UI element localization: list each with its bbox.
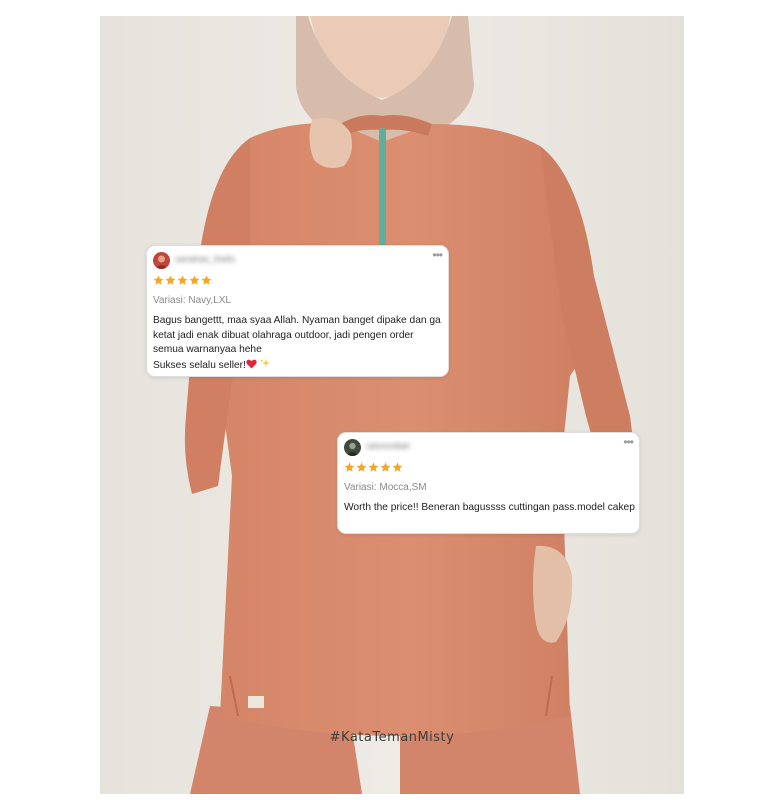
star-icon [392, 462, 403, 472]
more-options-icon[interactable]: ••• [623, 435, 634, 449]
sparkle-icon [259, 358, 270, 367]
model-illustration [100, 16, 684, 794]
star-icon [165, 275, 176, 285]
reviewer-username: sanahas_thelis [175, 255, 236, 264]
review-card: sanahas_thelis ••• Variasi: Navy,LXL Bag… [146, 245, 449, 377]
variant-label: Variasi: Navy,LXL [153, 295, 231, 306]
star-icon [344, 462, 355, 472]
reviewer-username: rahmmiilah [366, 442, 411, 451]
avatar-photo-icon [344, 439, 361, 456]
star-rating [344, 462, 403, 473]
product-photo: #KataTemanMisty [100, 16, 684, 794]
star-icon [380, 462, 391, 472]
avatar-photo-icon [153, 252, 170, 269]
variant-label: Variasi: Mocca,SM [344, 482, 427, 493]
more-options-icon[interactable]: ••• [432, 248, 443, 262]
avatar [344, 439, 361, 456]
review-text: Bagus bangettt, maa syaa Allah. Nyaman b… [153, 315, 441, 371]
star-icon [153, 275, 164, 285]
star-icon [189, 275, 200, 285]
avatar [153, 252, 170, 269]
hashtag-caption: #KataTemanMisty [329, 730, 455, 745]
star-rating [153, 275, 212, 286]
star-icon [177, 275, 188, 285]
review-card: rahmmiilah ••• Variasi: Mocca,SM Worth t… [337, 432, 640, 534]
star-icon [368, 462, 379, 472]
star-icon [201, 275, 212, 285]
star-icon [356, 462, 367, 472]
heart-icon [246, 359, 257, 369]
review-text-block: Bagus bangettt, maa syaa Allah. Nyaman b… [153, 314, 445, 373]
review-text: Worth the price!! Beneran bagussss cutti… [344, 502, 635, 513]
